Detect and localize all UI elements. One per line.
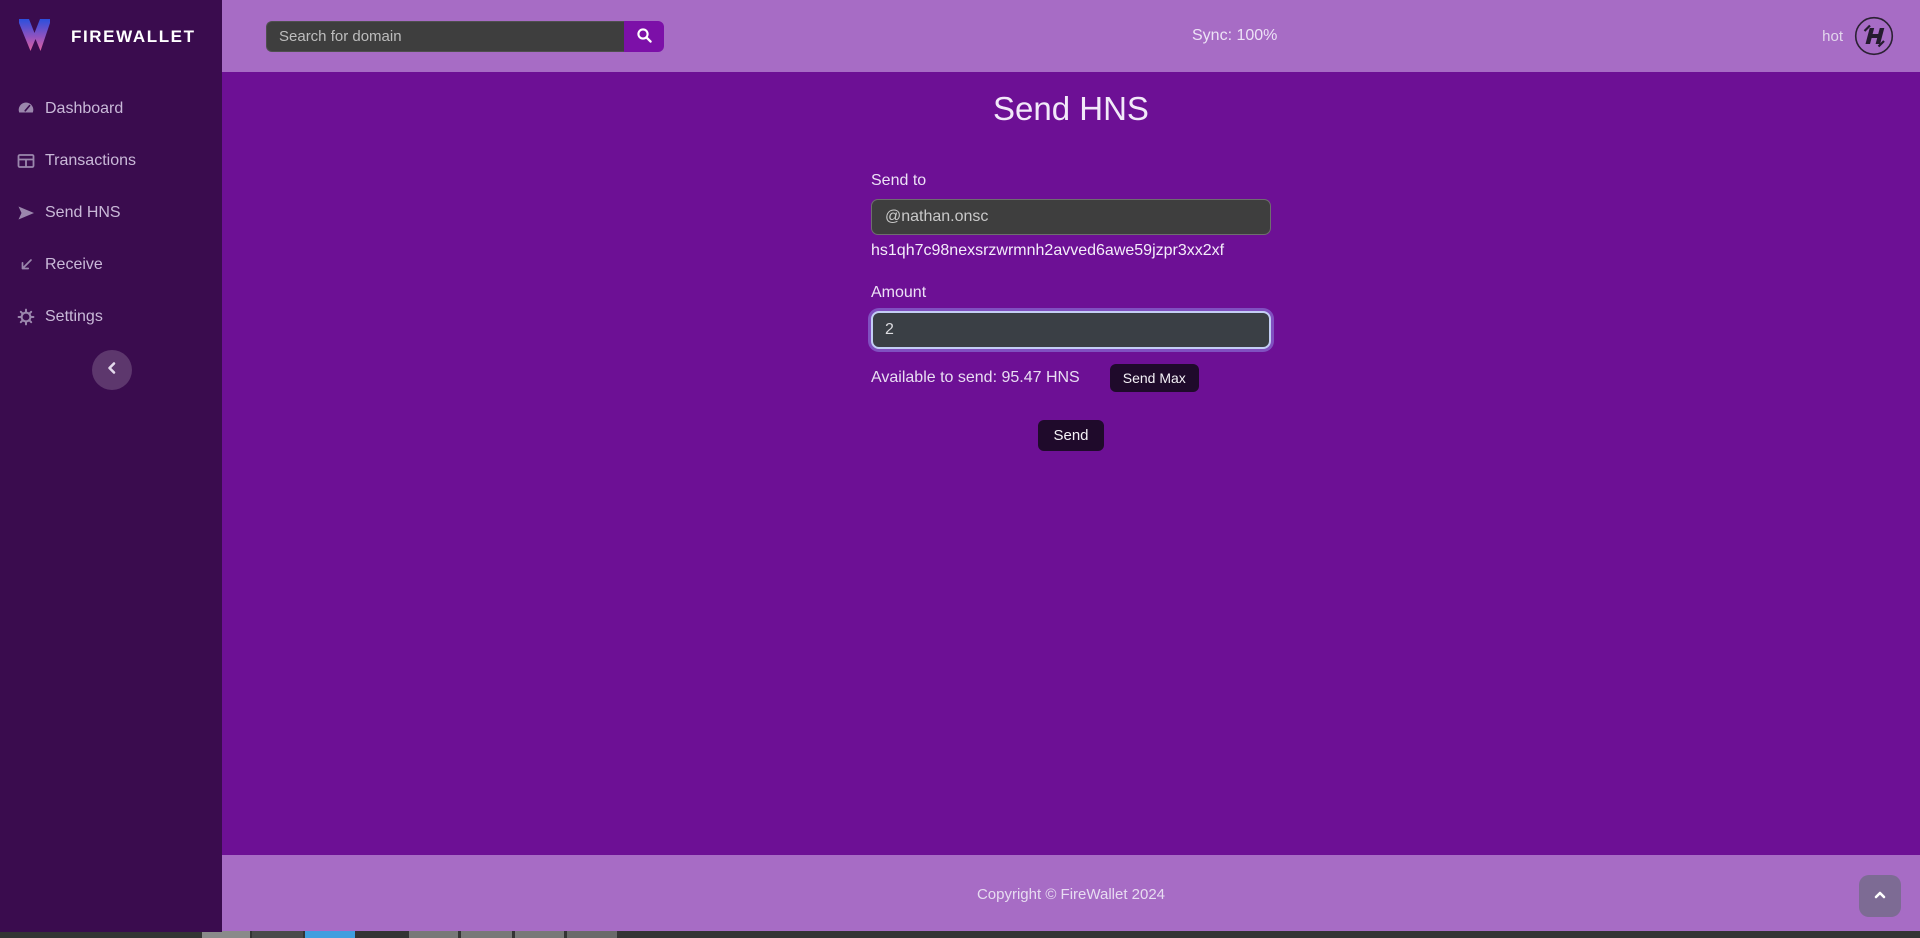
sidebar-collapse-button[interactable] <box>92 350 132 390</box>
search-icon <box>636 27 653 47</box>
send-form: Send to hs1qh7c98nexsrzwrmnh2avved6awe59… <box>871 172 1271 451</box>
available-row: Available to send: 95.47 HNS Send Max <box>871 364 1271 392</box>
page-title: Send HNS <box>222 90 1920 128</box>
taskbar-segment[interactable] <box>409 931 458 938</box>
sidebar-item-label: Send HNS <box>45 204 121 222</box>
top-header: Sync: 100% hot <box>222 0 1920 72</box>
amount-label: Amount <box>871 284 1271 302</box>
firewallet-logo-icon <box>16 14 58 59</box>
copyright-text: Copyright © FireWallet 2024 <box>222 855 1920 935</box>
wallet-name: hot <box>1822 28 1843 45</box>
gear-icon <box>17 308 35 326</box>
taskbar-segment[interactable] <box>252 931 303 938</box>
send-to-label: Send to <box>871 172 1271 190</box>
taskbar-strip[interactable] <box>0 931 1920 938</box>
chevron-left-icon <box>104 360 120 381</box>
main-content: Send HNS Send to hs1qh7c98nexsrzwrmnh2av… <box>222 72 1920 855</box>
sidebar-item-receive[interactable]: Receive <box>0 239 222 291</box>
send-to-input[interactable] <box>871 199 1271 235</box>
sidebar-item-label: Settings <box>45 308 103 326</box>
amount-input[interactable] <box>871 311 1271 349</box>
brand-name: FIREWALLET <box>71 27 196 47</box>
sidebar-item-transactions[interactable]: Transactions <box>0 135 222 187</box>
search-button[interactable] <box>624 21 664 52</box>
taskbar-segment[interactable] <box>567 931 617 938</box>
scroll-to-top-button[interactable] <box>1859 875 1901 917</box>
chevron-up-icon <box>1871 886 1889 907</box>
sidebar-item-label: Receive <box>45 256 103 274</box>
taskbar-segment-active[interactable] <box>305 931 355 938</box>
send-max-button[interactable]: Send Max <box>1110 364 1199 392</box>
sidebar-nav: Dashboard Transactions Send HNS <box>0 83 222 343</box>
sidebar-item-dashboard[interactable]: Dashboard <box>0 83 222 135</box>
sidebar-item-send-hns[interactable]: Send HNS <box>0 187 222 239</box>
domain-search <box>266 21 664 52</box>
handshake-icon[interactable] <box>1854 16 1894 56</box>
sync-status: Sync: 100% <box>1192 0 1277 72</box>
domain-search-input[interactable] <box>266 21 624 52</box>
gauge-icon <box>17 100 35 118</box>
available-to-send: Available to send: 95.47 HNS <box>871 369 1080 387</box>
sidebar-item-label: Dashboard <box>45 100 123 118</box>
brand[interactable]: FIREWALLET <box>0 0 222 69</box>
sidebar: FIREWALLET Dashboard Transactions <box>0 0 222 932</box>
sidebar-item-label: Transactions <box>45 152 136 170</box>
send-icon <box>17 204 35 222</box>
receive-icon <box>17 256 35 274</box>
footer: Copyright © FireWallet 2024 <box>222 855 1920 932</box>
taskbar-segment[interactable] <box>461 931 512 938</box>
sidebar-item-settings[interactable]: Settings <box>0 291 222 343</box>
wallet-switcher[interactable]: hot <box>1822 0 1894 72</box>
taskbar-segment[interactable] <box>515 931 564 938</box>
table-icon <box>17 152 35 170</box>
resolved-address: hs1qh7c98nexsrzwrmnh2avved6awe59jzpr3xx2… <box>871 242 1271 260</box>
taskbar-segment[interactable] <box>202 931 250 938</box>
send-button[interactable]: Send <box>1038 420 1103 451</box>
